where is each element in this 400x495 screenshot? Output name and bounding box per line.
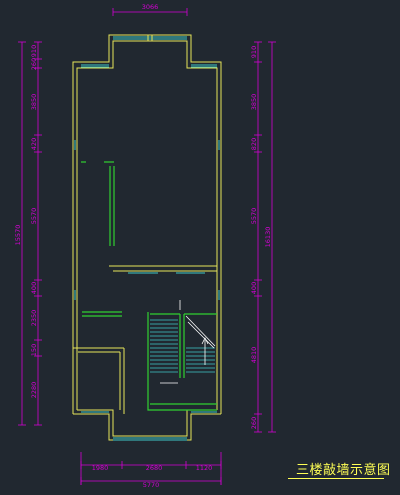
windows bbox=[74, 36, 220, 441]
dim-left-seg: 3850 bbox=[30, 94, 38, 111]
dim-right-seg: 5570 bbox=[250, 208, 258, 225]
floor-plan-drawing: 3066 15570 910 260 3850 420 5570 400 235… bbox=[14, 3, 276, 489]
dim-bottom-seg: 2680 bbox=[146, 464, 163, 472]
dim-right-seg: 3850 bbox=[250, 94, 258, 111]
dim-bottom-overall: 5770 bbox=[143, 481, 160, 489]
dim-left-seg: 2280 bbox=[30, 382, 38, 399]
demolition-walls bbox=[81, 161, 122, 317]
dim-left-seg: 400 bbox=[30, 282, 38, 294]
dim-right-seg: 4810 bbox=[250, 347, 258, 364]
dim-left-seg: 910 bbox=[30, 45, 38, 57]
dim-top: 3066 bbox=[142, 3, 159, 11]
stair-arrow bbox=[160, 300, 216, 384]
walls bbox=[72, 34, 222, 441]
dim-bottom-seg: 1980 bbox=[92, 464, 109, 472]
dim-left-overall: 15570 bbox=[14, 225, 22, 246]
stairwell bbox=[147, 312, 217, 411]
dim-right-seg: 260 bbox=[250, 417, 258, 429]
dim-left-seg: 420 bbox=[30, 138, 38, 150]
dim-bottom-seg: 1120 bbox=[196, 464, 213, 472]
dim-right-overall: 16130 bbox=[264, 227, 272, 248]
dimension-lines bbox=[18, 8, 276, 485]
dim-right-seg: 910 bbox=[250, 46, 258, 58]
drawing-title: 三楼敲墙示意图 bbox=[296, 463, 391, 478]
dim-left-seg: 150 bbox=[30, 344, 38, 356]
dimension-labels: 3066 15570 910 260 3850 420 5570 400 235… bbox=[14, 3, 272, 489]
dim-left-seg: 5570 bbox=[30, 208, 38, 225]
dim-left-seg: 260 bbox=[30, 58, 38, 70]
dim-left-seg: 2350 bbox=[30, 310, 38, 327]
dim-right-seg: 820 bbox=[250, 138, 258, 150]
title-underline bbox=[288, 478, 384, 479]
dim-right-seg: 400 bbox=[250, 282, 258, 294]
